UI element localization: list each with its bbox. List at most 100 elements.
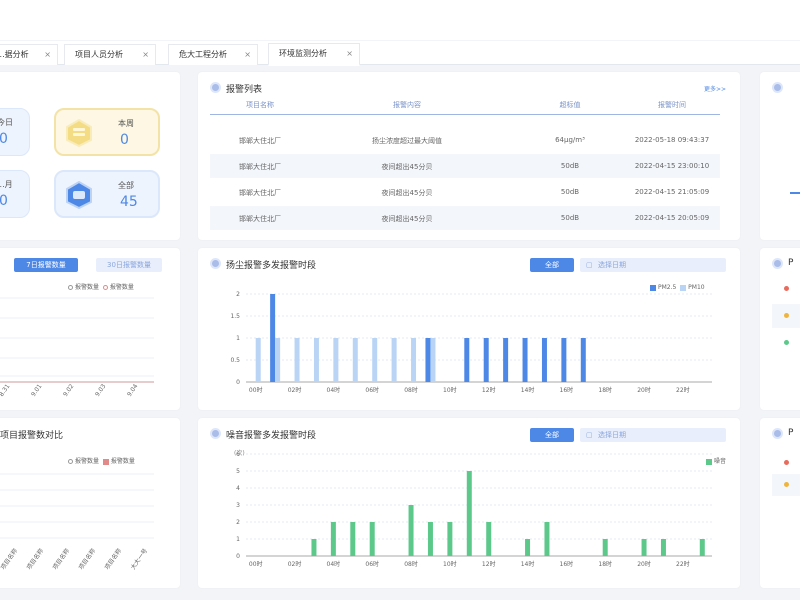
bar: [580, 338, 586, 382]
project-compare-card: 项目报警数对比 报警数量 报警数量 项目名称 项目名称 项目名称 项目名称 项目名称 大大…: [0, 418, 180, 588]
bar: [466, 471, 472, 556]
table-row[interactable]: 邯郸大住北厂 夜间超出45分贝 50dB 2022-04-15 21:05:09: [210, 180, 720, 204]
tab-environment-analysis[interactable]: 环境监测分析 ×: [268, 43, 360, 66]
cell-project: 邯郸大住北厂: [239, 137, 281, 145]
y-tick-label: 1.5: [230, 313, 240, 320]
x-tick-label: 06时: [365, 560, 379, 568]
stat-today: 今日 0: [0, 108, 30, 156]
y-tick-label: 1: [236, 536, 240, 543]
y-tick-label: 3: [236, 502, 240, 509]
shield-icon: [66, 180, 92, 210]
y-tick-label: 6: [236, 451, 240, 458]
x-tick-label: 14时: [521, 386, 535, 394]
bar: [313, 338, 319, 382]
table-row[interactable]: 邯郸大住北厂 扬尘浓度超过最大阈值 64μg/m³ 2022-05-18 09:…: [210, 128, 720, 152]
tab-data-analysis[interactable]: ...据分析 ×: [0, 44, 58, 65]
bar: [411, 338, 417, 382]
y-tick-label: 5: [236, 468, 240, 475]
status-dot: [784, 460, 789, 465]
status-dot: [784, 313, 789, 318]
bar: [311, 539, 317, 556]
noise-chart-card: 噪音报警多发报警时段 全部 ▢ 选择日期 (次) 噪音 0 1 2 3 4 5 6 00时 02…: [198, 418, 740, 588]
stat-month: ...月 0: [0, 170, 30, 218]
y-tick-label: 2: [236, 519, 240, 526]
close-icon[interactable]: ×: [244, 45, 251, 64]
stat-label: 今日: [0, 118, 13, 127]
x-tick-label: 00时: [249, 386, 263, 394]
tab-major-project-analysis[interactable]: 危大工程分析 ×: [168, 44, 258, 65]
bar: [483, 338, 489, 382]
y-tick-label: 4: [236, 485, 240, 492]
column-header: 报警内容: [393, 101, 421, 109]
table-row[interactable]: 邯郸大住北厂 夜间超出45分贝 50dB 2022-04-15 23:00:10: [210, 154, 720, 178]
stat-value: 0: [120, 132, 129, 148]
stat-value: 0: [0, 131, 8, 147]
bar: [270, 294, 276, 382]
cell-time: 2022-05-18 09:43:37: [634, 136, 710, 144]
close-icon[interactable]: ×: [142, 45, 149, 64]
coin-icon: [66, 118, 92, 148]
bar: [486, 522, 492, 556]
x-tick-label: 12时: [482, 386, 496, 394]
stat-total: 全部 45: [54, 170, 160, 218]
x-tick-label: 16时: [560, 560, 574, 568]
bar: [352, 338, 358, 382]
x-tick-label: 22时: [676, 560, 690, 568]
column-header: 报警时间: [658, 101, 686, 109]
title-icon: [772, 82, 783, 93]
alarm-list-card: 报警列表 更多>> 项目名称 报警内容 超标值 报警时间 邯郸大住北厂 扬尘浓度…: [198, 72, 740, 240]
x-tick-label: 02时: [288, 560, 302, 568]
cell-value: 64μg/m³: [555, 136, 585, 144]
bar: [699, 539, 705, 556]
cell-project: 邯郸大住北厂: [239, 189, 281, 197]
tab-label: 危大工程分析: [179, 50, 227, 59]
bar: [372, 338, 378, 382]
tab-bar: ...据分析 × 项目人员分析 × 危大工程分析 × 环境监测分析 ×: [0, 41, 800, 66]
bar: [275, 338, 281, 382]
cell-project: 邯郸大住北厂: [239, 215, 281, 223]
x-tick-label: 00时: [249, 560, 263, 568]
bar: [660, 539, 666, 556]
close-icon[interactable]: ×: [44, 45, 51, 64]
stat-label: 本周: [118, 119, 134, 128]
title-icon: [210, 82, 221, 93]
bar: [294, 338, 300, 382]
x-tick-label: 06时: [365, 386, 379, 394]
alarm-trend-chart: [0, 297, 154, 383]
bar: [522, 338, 528, 382]
bar: [350, 522, 356, 556]
x-tick-label: 18时: [598, 560, 612, 568]
stat-value: 0: [0, 193, 8, 209]
tab-label: 环境监测分析: [279, 49, 327, 58]
more-link[interactable]: 更多>>: [704, 84, 726, 93]
title-icon: [772, 258, 783, 269]
stat-label: 全部: [118, 181, 134, 190]
bar: [425, 338, 431, 382]
bar: [525, 539, 531, 556]
right-card-middle: P: [760, 248, 800, 410]
cell-content: 夜间超出45分贝: [381, 163, 433, 171]
x-tick-label: 14时: [521, 560, 535, 568]
x-tick-label: 12时: [482, 560, 496, 568]
noise-bar-chart: 0 1 2 3 4 5 6 00时 02时 04时 06时 08时 10时 12时 14时 16时 18时 20时…: [236, 451, 712, 568]
cell-value: 50dB: [560, 162, 580, 170]
tab-label: ...据分析: [0, 50, 29, 59]
status-dot: [784, 286, 789, 291]
bar: [255, 338, 261, 382]
column-header: 项目名称: [246, 101, 274, 109]
card-title: 报警列表: [226, 85, 263, 95]
x-tick-label: 10时: [443, 560, 457, 568]
x-tick-label: 02时: [288, 386, 302, 394]
status-dot: [784, 482, 789, 487]
y-tick-label: 0.5: [230, 357, 240, 364]
tab-personnel-analysis[interactable]: 项目人员分析 ×: [64, 44, 156, 65]
bar: [333, 338, 339, 382]
bar: [330, 522, 336, 556]
right-card-top: [760, 72, 800, 240]
close-icon[interactable]: ×: [346, 44, 353, 63]
table-row[interactable]: 邯郸大住北厂 夜间超出45分贝 50dB 2022-04-15 20:05:09: [210, 206, 720, 230]
cell-time: 2022-04-15 20:05:09: [634, 214, 710, 222]
stats-card: 今日 0 本周 0 ...月 0 全部 45: [0, 72, 180, 240]
y-tick-label: 0: [236, 379, 240, 386]
column-header: 超标值: [559, 101, 581, 109]
